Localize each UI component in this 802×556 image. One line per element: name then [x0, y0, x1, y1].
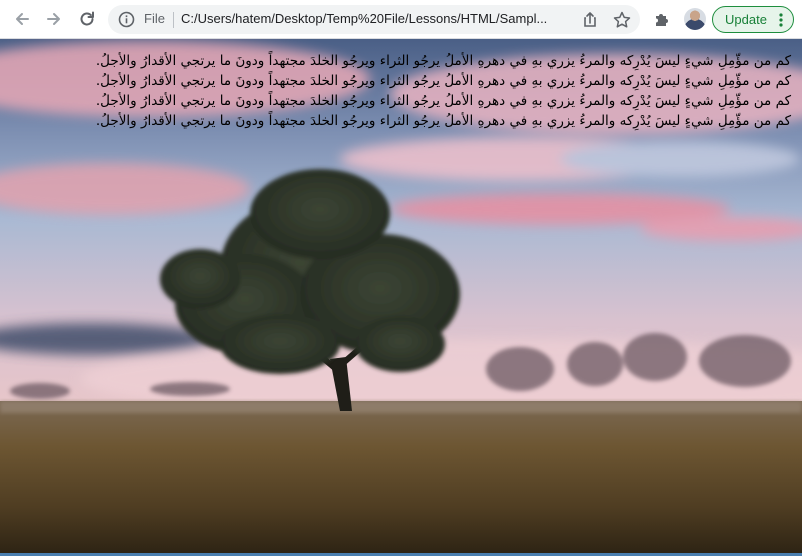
poem-line: كم من مؤّمِلِ شيءٍ ليسَ يُدْرِكه والمرءُ…: [95, 53, 791, 69]
kebab-menu-icon[interactable]: [776, 12, 786, 28]
poem-text: كم من مؤّمِلِ شيءٍ ليسَ يُدْرِكه والمرءُ…: [0, 51, 791, 131]
update-label: Update: [725, 12, 767, 27]
poem-line: كم من مؤّمِلِ شيءٍ ليسَ يُدْرِكه والمرءُ…: [95, 73, 791, 89]
back-button[interactable]: [9, 6, 35, 32]
star-icon[interactable]: [612, 10, 632, 30]
poem-line: كم من مؤّمِلِ شيءٍ ليسَ يُدْرِكه والمرءُ…: [95, 113, 791, 129]
share-icon[interactable]: [580, 10, 600, 30]
browser-toolbar: File C:/Users/hatem/Desktop/Temp%20File/…: [0, 0, 802, 39]
address-divider: [173, 12, 174, 28]
reload-icon: [80, 11, 94, 26]
file-scheme-label: File: [144, 11, 165, 26]
address-bar[interactable]: File C:/Users/hatem/Desktop/Temp%20File/…: [108, 5, 640, 34]
profile-avatar[interactable]: [684, 8, 706, 30]
url-text[interactable]: C:/Users/hatem/Desktop/Temp%20File/Lesso…: [181, 11, 571, 26]
back-icon: [16, 13, 29, 25]
extensions-button[interactable]: [649, 6, 675, 32]
forward-button[interactable]: [41, 6, 67, 32]
poem-line: كم من مؤّمِلِ شيءٍ ليسَ يُدْرِكه والمرءُ…: [95, 93, 791, 109]
extensions-icon: [656, 14, 668, 26]
info-icon[interactable]: [118, 11, 135, 28]
reload-button[interactable]: [74, 6, 100, 32]
update-button[interactable]: Update: [712, 6, 794, 33]
forward-icon: [47, 13, 60, 25]
page-viewport: كم من مؤّمِلِ شيءٍ ليسَ يُدْرِكه والمرءُ…: [0, 39, 802, 553]
